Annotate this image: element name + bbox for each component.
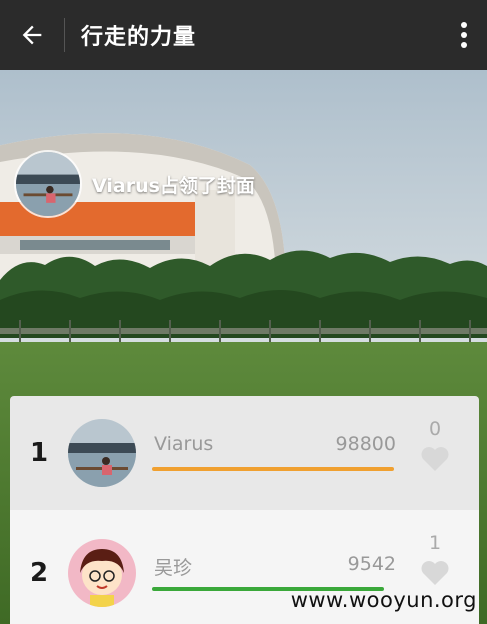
title-divider	[64, 18, 65, 52]
cover-owner-avatar[interactable]	[14, 150, 82, 218]
ranking-row[interactable]: 1 Viarus 98800 0	[10, 396, 479, 510]
heart-icon	[421, 561, 449, 585]
avatar-cartoon-girl	[68, 539, 136, 607]
watermark-text: www.wooyun.org	[290, 588, 477, 612]
rank-number: 2	[29, 558, 49, 588]
like-count: 0	[428, 418, 442, 440]
user-avatar[interactable]	[68, 419, 136, 487]
cover-owner-text: Viarus占领了封面	[92, 174, 255, 197]
like-count: 1	[428, 532, 442, 554]
step-count: 98800	[335, 433, 396, 455]
heart-icon	[421, 447, 449, 471]
cover-owner: Viarus占领了封面	[14, 150, 255, 218]
top-app-bar: 行走的力量	[0, 0, 487, 70]
step-progress-bar	[152, 467, 396, 471]
app-screen: 行走的力量 Viarus占领了封面 1 Viarus 98800 0 2 吴珍 …	[0, 0, 487, 624]
like-button[interactable]: 0	[415, 418, 455, 476]
user-name: Viarus	[154, 433, 214, 455]
avatar-lake-photo	[68, 419, 136, 487]
like-button[interactable]: 1	[415, 532, 455, 590]
rank-number: 1	[29, 438, 49, 468]
step-count: 9542	[347, 553, 396, 575]
avatar-lake-photo	[16, 152, 80, 216]
step-progress-fill	[152, 467, 394, 471]
user-avatar[interactable]	[68, 539, 136, 607]
rank-details: Viarus 98800	[152, 419, 396, 487]
more-vertical-icon	[461, 22, 467, 48]
user-name: 吴珍	[154, 557, 193, 579]
back-button[interactable]	[0, 0, 64, 70]
page-title: 行走的力量	[81, 25, 197, 50]
back-arrow-icon	[22, 25, 42, 45]
more-options-button[interactable]	[441, 0, 487, 70]
